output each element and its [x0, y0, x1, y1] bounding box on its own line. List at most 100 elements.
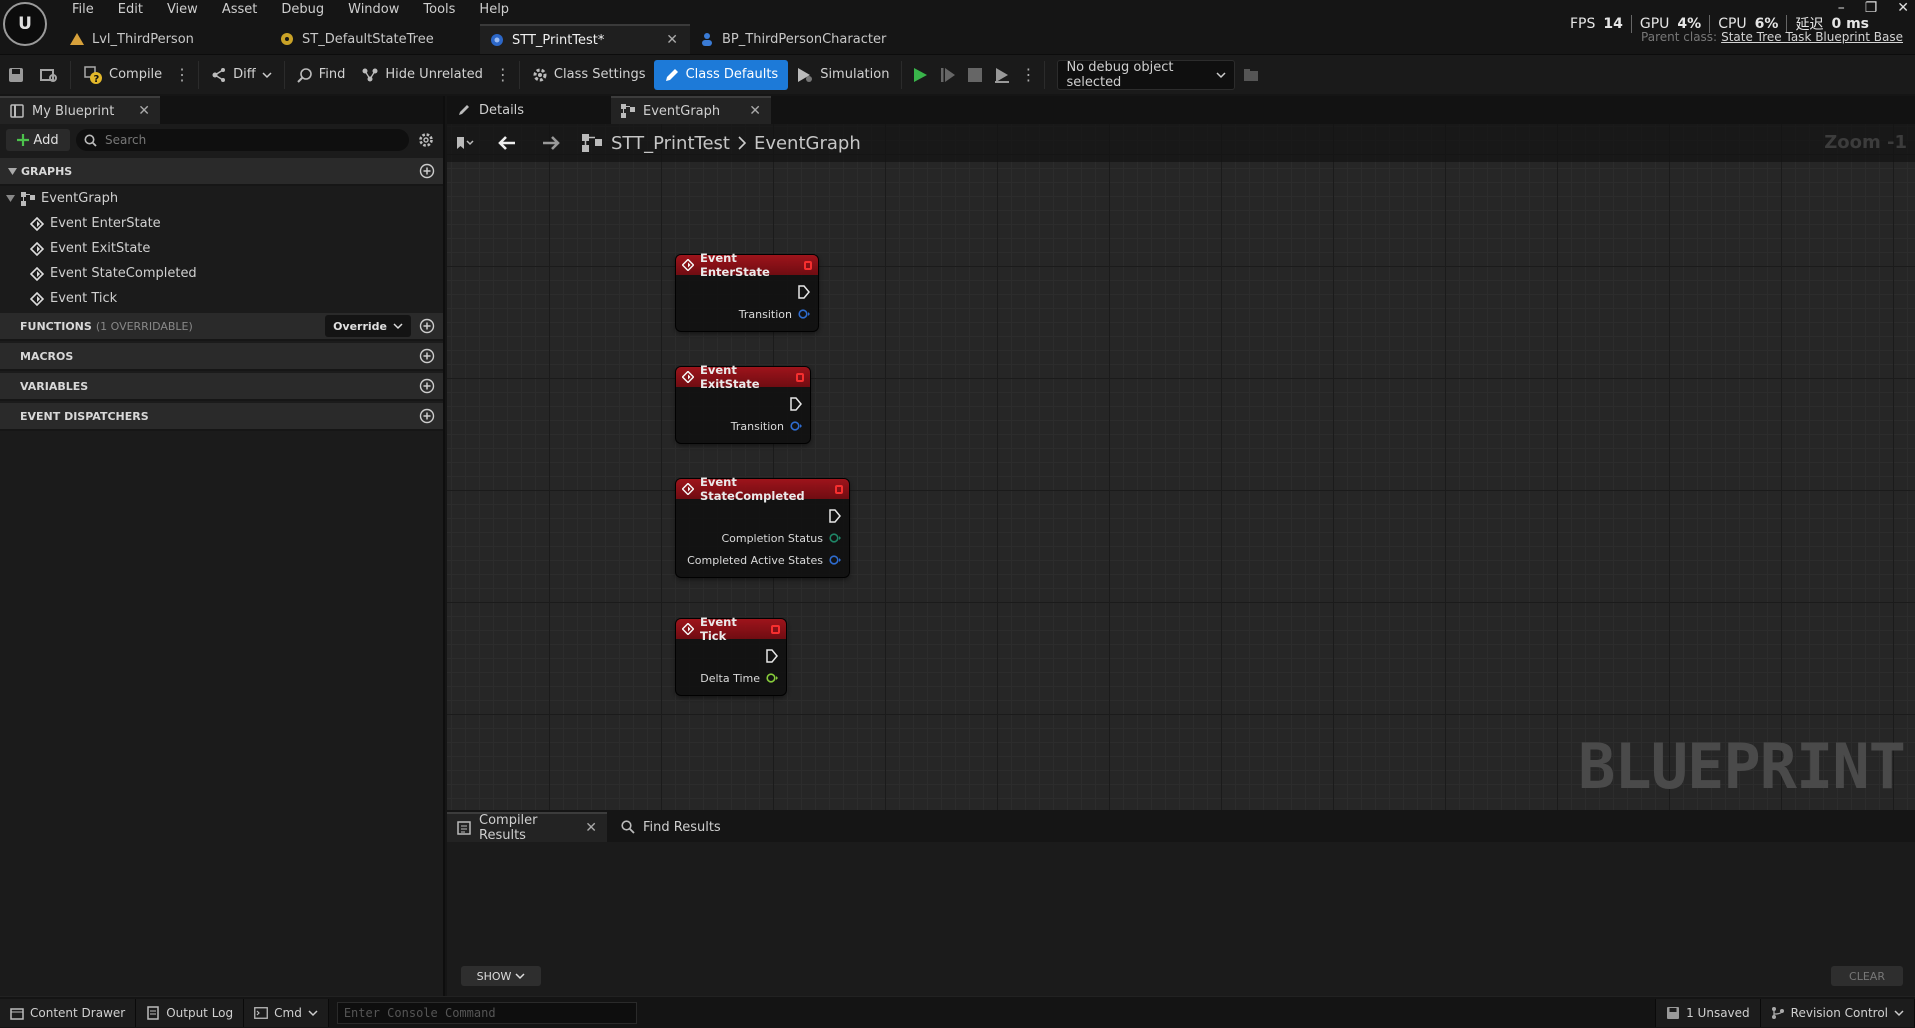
- find-options-icon[interactable]: ⋮: [491, 65, 515, 84]
- unsaved-button[interactable]: 1 Unsaved: [1655, 998, 1761, 1027]
- node-header[interactable]: Event StateCompleted: [676, 475, 849, 503]
- exec-pin[interactable]: [684, 393, 802, 415]
- menu-help[interactable]: Help: [467, 0, 521, 20]
- breadcrumb-root[interactable]: STT_PrintTest: [611, 133, 730, 154]
- delegate-pin-icon[interactable]: [771, 624, 780, 634]
- event-node-enterstate[interactable]: Event EnterState Transition: [676, 251, 818, 331]
- menu-view[interactable]: Asset: [210, 0, 270, 20]
- tab-details[interactable]: Details: [447, 96, 597, 124]
- add-graph-icon[interactable]: [419, 163, 435, 179]
- output-pin-transition[interactable]: Transition: [684, 415, 802, 437]
- hide-unrelated-label: Hide Unrelated: [385, 67, 483, 82]
- output-log-icon: [146, 1005, 160, 1020]
- output-pin-delta-time[interactable]: Delta Time: [684, 667, 778, 689]
- delegate-pin-icon[interactable]: [803, 260, 812, 270]
- restore-icon[interactable]: ❐: [1865, 0, 1878, 16]
- clear-button[interactable]: CLEAR: [1831, 966, 1903, 986]
- close-window-icon[interactable]: ✕: [1897, 0, 1909, 16]
- play-options-icon[interactable]: ⋮: [1016, 65, 1040, 84]
- add-variable-icon[interactable]: [419, 378, 435, 394]
- section-graphs[interactable]: GRAPHS: [0, 158, 443, 186]
- output-log-button[interactable]: Output Log: [136, 998, 245, 1027]
- search-input[interactable]: Search: [76, 129, 409, 151]
- tree-item-event[interactable]: Event ExitState: [0, 236, 443, 261]
- browse-button[interactable]: [32, 59, 66, 91]
- event-graph-canvas[interactable]: STT_PrintTest EventGraph Zoom -1 Event E…: [447, 124, 1915, 810]
- event-node-exitstate[interactable]: Event ExitState Transition: [676, 363, 810, 443]
- close-icon[interactable]: ✕: [666, 32, 678, 48]
- node-header[interactable]: Event ExitState: [676, 363, 810, 391]
- add-macro-icon[interactable]: [419, 348, 435, 364]
- tree-item-eventgraph[interactable]: EventGraph: [0, 186, 443, 211]
- section-macros[interactable]: MACROS: [0, 343, 443, 371]
- minimize-icon[interactable]: –: [1838, 0, 1845, 16]
- hide-unrelated-button[interactable]: Hide Unrelated: [353, 59, 491, 91]
- close-icon[interactable]: ✕: [138, 103, 150, 119]
- class-defaults-button[interactable]: Class Defaults: [653, 59, 789, 90]
- node-header[interactable]: Event EnterState: [676, 251, 818, 279]
- tab-bp-thirdpersoncharacter[interactable]: BP_ThirdPersonCharacter: [690, 24, 900, 54]
- class-settings-button[interactable]: Class Settings: [524, 59, 654, 91]
- console-input[interactable]: Enter Console Command: [336, 1001, 637, 1024]
- diff-button[interactable]: Diff: [203, 59, 280, 91]
- compile-options-icon[interactable]: ⋮: [170, 65, 194, 84]
- exec-pin[interactable]: [684, 645, 778, 667]
- tab-lvl-thirdperson[interactable]: Lvl_ThirdPerson: [60, 24, 270, 54]
- add-function-icon[interactable]: [419, 318, 435, 334]
- unreal-logo-icon[interactable]: U: [3, 2, 47, 46]
- override-dropdown[interactable]: Override: [325, 315, 411, 337]
- tab-eventgraph[interactable]: EventGraph ✕: [611, 96, 771, 124]
- debug-object-select[interactable]: No debug object selected: [1057, 59, 1236, 90]
- output-pin-completed-active-states[interactable]: Completed Active States: [684, 549, 841, 571]
- section-event-dispatchers[interactable]: EVENT DISPATCHERS: [0, 403, 443, 431]
- compile-button[interactable]: ? Compile: [75, 59, 170, 91]
- tab-compiler-results[interactable]: Compiler Results ✕: [447, 812, 607, 843]
- eject-button[interactable]: [988, 59, 1016, 91]
- tree-item-event[interactable]: Event EnterState: [0, 211, 443, 236]
- tab-find-results[interactable]: Find Results: [611, 812, 771, 842]
- close-icon[interactable]: ✕: [585, 820, 597, 836]
- bookmark-icon[interactable]: [455, 136, 475, 150]
- section-variables[interactable]: VARIABLES: [0, 373, 443, 401]
- parent-class-link[interactable]: State Tree Task Blueprint Base: [1721, 30, 1903, 44]
- cmd-dropdown[interactable]: Cmd: [244, 998, 329, 1027]
- revision-control-button[interactable]: Revision Control: [1760, 998, 1915, 1027]
- content-drawer-button[interactable]: Content Drawer: [0, 998, 137, 1027]
- menu-asset[interactable]: View: [155, 0, 210, 20]
- add-button[interactable]: Add: [6, 129, 70, 151]
- settings-gear-icon[interactable]: [415, 132, 437, 148]
- tab-st-defaultstatetree[interactable]: ST_DefaultStateTree: [270, 24, 480, 54]
- delegate-pin-icon[interactable]: [795, 372, 804, 382]
- resume-button[interactable]: [934, 59, 962, 91]
- save-button[interactable]: [0, 59, 32, 91]
- menu-edit[interactable]: Edit: [106, 0, 155, 20]
- exec-pin[interactable]: [684, 505, 841, 527]
- output-pin-completion-status[interactable]: Completion Status: [684, 527, 841, 549]
- output-pin-transition[interactable]: Transition: [684, 303, 810, 325]
- menu-window[interactable]: Window: [336, 0, 411, 20]
- show-filter-button[interactable]: SHOW: [461, 966, 541, 986]
- event-icon: [682, 259, 694, 271]
- menu-file[interactable]: File: [60, 0, 106, 20]
- event-node-statecompleted[interactable]: Event StateCompleted Completion Status C…: [676, 475, 849, 577]
- tab-my-blueprint[interactable]: My Blueprint ✕: [0, 96, 160, 124]
- play-button[interactable]: [906, 59, 934, 91]
- simulation-button[interactable]: Simulation: [788, 59, 897, 91]
- add-dispatcher-icon[interactable]: [419, 408, 435, 424]
- tree-item-event[interactable]: Event StateCompleted: [0, 261, 443, 286]
- find-button[interactable]: Find: [289, 59, 354, 91]
- node-header[interactable]: Event Tick: [676, 615, 786, 643]
- stop-button[interactable]: [962, 59, 988, 91]
- back-arrow-icon[interactable]: [497, 136, 517, 150]
- close-icon[interactable]: ✕: [749, 103, 761, 119]
- forward-arrow-icon[interactable]: [541, 136, 561, 150]
- tab-stt-printtest[interactable]: STT_PrintTest* ✕: [480, 24, 690, 54]
- delegate-pin-icon[interactable]: [834, 484, 843, 494]
- exec-pin[interactable]: [684, 281, 810, 303]
- menu-tools[interactable]: Tools: [411, 0, 467, 20]
- menu-debug[interactable]: Debug: [269, 0, 336, 20]
- event-node-tick[interactable]: Event Tick Delta Time: [676, 615, 786, 695]
- debug-browse-button[interactable]: [1235, 59, 1267, 91]
- section-functions[interactable]: FUNCTIONS (1 OVERRIDABLE) Override: [0, 313, 443, 341]
- tree-item-event[interactable]: Event Tick: [0, 286, 443, 311]
